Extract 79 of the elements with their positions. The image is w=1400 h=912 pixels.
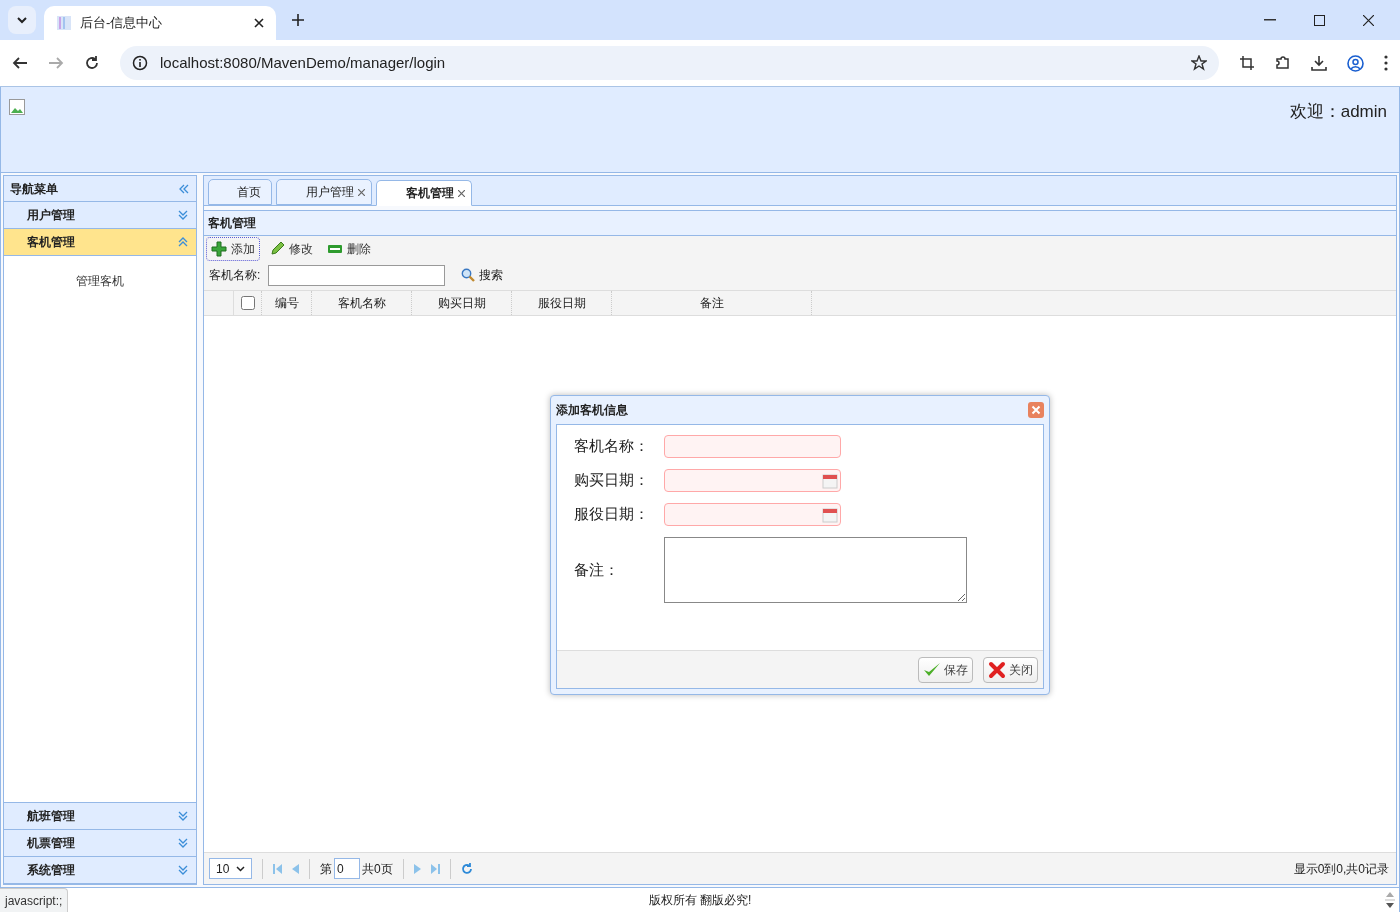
download-icon[interactable] — [1311, 55, 1327, 71]
dialog-title: 添加客机信息 — [556, 402, 628, 419]
pencil-icon — [269, 241, 285, 257]
column-header[interactable]: 备注 — [699, 294, 724, 312]
calendar-icon[interactable] — [822, 472, 838, 489]
tab[interactable]: 首页 — [208, 179, 272, 205]
dialog-button[interactable]: 关闭 — [983, 656, 1038, 683]
column-header[interactable]: 服役日期 — [537, 294, 586, 312]
column-header[interactable]: 编号 — [274, 294, 299, 312]
maximize-icon[interactable] — [1314, 14, 1325, 26]
field-label: 备注： — [574, 559, 620, 580]
new-tab-icon[interactable] — [292, 14, 304, 26]
nav-link[interactable]: 管理客机 — [76, 272, 124, 290]
favicon-icon — [56, 15, 72, 31]
nav-title: 导航菜单 — [10, 180, 58, 198]
expand-icon[interactable] — [177, 837, 189, 849]
reload-icon[interactable] — [84, 55, 100, 71]
puzzle-icon[interactable] — [1275, 55, 1291, 71]
close-icon[interactable] — [1363, 14, 1374, 26]
collapse-icon[interactable] — [177, 236, 189, 248]
tab-title: 后台-信息中心 — [80, 14, 164, 33]
search-icon — [461, 268, 476, 282]
search-label: 客机名称: — [209, 267, 261, 284]
more-icon[interactable] — [1384, 55, 1388, 71]
dialog-button[interactable]: 保存 — [918, 656, 973, 683]
broken-image-icon — [9, 99, 25, 115]
welcome-text: 欢迎：admin — [1289, 101, 1388, 123]
expand-icon[interactable] — [177, 810, 189, 822]
page-prefix: 第 — [320, 860, 332, 878]
field-label: 客机名称： — [574, 436, 650, 457]
crop-icon[interactable] — [1239, 55, 1255, 71]
accordion-header[interactable]: 机票管理 — [4, 830, 196, 857]
browser-tab[interactable]: 后台-信息中心 — [44, 6, 276, 40]
status-url: javascript:; — [0, 888, 69, 912]
remarks-field[interactable] — [664, 537, 967, 603]
url-text: localhost:8080/MavenDemo/manager/login — [160, 52, 447, 73]
panel-title: 客机管理 — [208, 215, 256, 232]
tab[interactable]: 用户管理 — [276, 179, 372, 205]
collapse-icon[interactable] — [178, 182, 190, 195]
plus-icon — [211, 241, 227, 257]
column-header[interactable]: 购买日期 — [437, 294, 486, 312]
search-button[interactable]: 搜索 — [461, 266, 504, 284]
refresh-icon[interactable] — [460, 862, 473, 875]
date-field[interactable] — [664, 503, 841, 526]
accordion-header[interactable]: 系统管理 — [4, 857, 196, 884]
copyright-text: 版权所有 翻版必究! — [648, 892, 752, 909]
accordion-header[interactable]: 用户管理 — [4, 202, 196, 229]
expand-icon[interactable] — [177, 864, 189, 876]
tab-menu-icon[interactable] — [8, 6, 36, 34]
tab[interactable]: 客机管理 — [376, 180, 472, 206]
page-total: 共0页 — [362, 860, 393, 878]
close-icon[interactable] — [254, 18, 264, 28]
page-field[interactable]: 0 — [334, 858, 360, 879]
toolbar-button[interactable]: 删除 — [322, 237, 376, 261]
info-icon[interactable] — [132, 55, 148, 71]
star-icon[interactable] — [1191, 55, 1207, 71]
date-field[interactable] — [664, 469, 841, 492]
field-label: 购买日期： — [574, 470, 650, 491]
back-icon[interactable] — [12, 55, 28, 71]
accordion-header[interactable]: 航班管理 — [4, 803, 196, 830]
accordion-header[interactable]: 客机管理 — [4, 229, 196, 256]
address-bar[interactable]: localhost:8080/MavenDemo/manager/login — [120, 46, 1219, 80]
scroll-arrows-icon — [1385, 891, 1395, 909]
toolbar-button[interactable]: 修改 — [264, 237, 318, 261]
page-summary: 显示0到0,共0记录 — [1293, 860, 1390, 878]
field-label: 服役日期： — [574, 504, 650, 525]
expand-icon[interactable] — [177, 209, 189, 221]
minimize-icon[interactable] — [1264, 19, 1276, 21]
page-size-select[interactable]: 10 — [209, 858, 252, 879]
forward-icon[interactable] — [48, 55, 64, 71]
select-all-checkbox[interactable] — [240, 296, 255, 310]
text-field[interactable] — [664, 435, 841, 458]
checkmark-icon — [923, 661, 941, 678]
search-field[interactable] — [268, 264, 446, 286]
calendar-icon[interactable] — [822, 506, 838, 523]
cross-icon — [988, 660, 1006, 679]
profile-icon[interactable] — [1347, 54, 1364, 72]
column-header[interactable]: 客机名称 — [337, 294, 386, 312]
caret-icon — [236, 865, 245, 872]
